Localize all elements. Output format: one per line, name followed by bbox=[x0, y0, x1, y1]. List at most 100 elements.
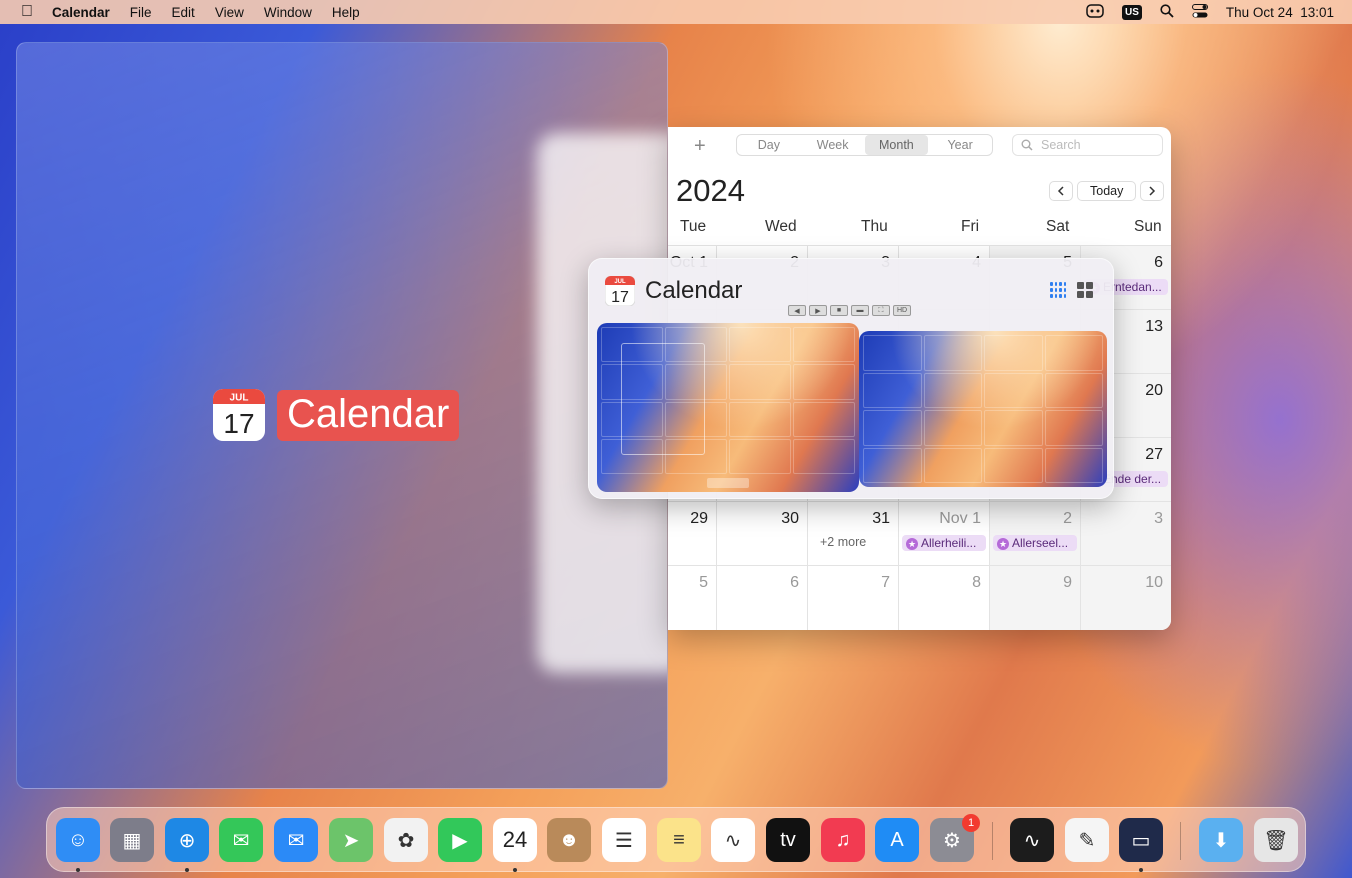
freeform-icon[interactable]: ∿ bbox=[711, 818, 755, 862]
keyboard-layout-badge[interactable]: US bbox=[1122, 4, 1142, 20]
calendar-day-cell[interactable]: 5 bbox=[668, 566, 716, 630]
tab-week[interactable]: Week bbox=[801, 135, 865, 155]
reminders-icon[interactable]: ☰ bbox=[602, 818, 646, 862]
calendar-day-cell[interactable]: 10 bbox=[1080, 566, 1171, 630]
spotlight-search-icon[interactable] bbox=[1160, 3, 1174, 21]
event-title: Allerheili... bbox=[921, 536, 977, 550]
dock-item-glyph: ∿ bbox=[724, 829, 742, 852]
weekday-header: Tue Wed Thu Fri Sat Sun bbox=[668, 218, 1171, 246]
menu-view[interactable]: View bbox=[215, 5, 244, 20]
next-month-button[interactable] bbox=[1140, 181, 1165, 201]
control-stop[interactable]: ■ bbox=[830, 305, 848, 316]
view-segmented-control: Day Week Month Year bbox=[736, 134, 993, 156]
tab-month[interactable]: Month bbox=[864, 135, 929, 155]
safari-icon[interactable]: ⊕ bbox=[165, 818, 209, 862]
search-placeholder: Search bbox=[1041, 138, 1081, 152]
calendar-day-cell[interactable]: 31 +2 more bbox=[807, 502, 898, 566]
dock-item-glyph: ⚙ bbox=[943, 829, 961, 852]
dock-separator bbox=[992, 822, 993, 860]
thumbnail-selection-frame bbox=[621, 343, 705, 455]
control-previous[interactable]: ◀ bbox=[788, 305, 806, 316]
dock-item-glyph: ▦ bbox=[122, 829, 142, 852]
small-grid-layout-icon[interactable] bbox=[1050, 282, 1066, 298]
calendar-icon[interactable]: 24 bbox=[493, 818, 537, 862]
calendar-day-cell[interactable]: 9 bbox=[989, 566, 1080, 630]
downloads-folder-icon[interactable]: ⬇ bbox=[1199, 818, 1243, 862]
textedit-icon[interactable]: ✎ bbox=[1065, 818, 1109, 862]
menu-help[interactable]: Help bbox=[332, 5, 360, 20]
contacts-icon[interactable]: ☻ bbox=[547, 818, 591, 862]
calendar-day-cell[interactable]: 30 bbox=[716, 502, 807, 566]
tab-day[interactable]: Day bbox=[737, 135, 801, 155]
apple-menu-icon[interactable]:  bbox=[18, 3, 36, 21]
accessibility-icon[interactable] bbox=[1086, 3, 1104, 22]
notes-icon[interactable]: ≡ bbox=[657, 818, 701, 862]
day-number: 2 bbox=[1063, 510, 1072, 527]
tv-icon[interactable]: tv bbox=[766, 818, 810, 862]
dock-item-glyph: ∿ bbox=[1023, 829, 1041, 852]
ghost-window-preview: JUL 17 Calendar bbox=[16, 42, 668, 789]
trash-icon[interactable]: 🗑 bbox=[1254, 818, 1298, 862]
previous-month-button[interactable] bbox=[1049, 181, 1073, 201]
calendar-day-cell[interactable]: Nov 1 ★ Allerheili... bbox=[898, 502, 989, 566]
facetime-icon[interactable]: ▶ bbox=[438, 818, 482, 862]
appstore-icon[interactable]: A bbox=[875, 818, 919, 862]
dock-item-glyph: 24 bbox=[502, 827, 528, 852]
dock-item-glyph: ≡ bbox=[673, 828, 685, 851]
weekday-label: Wed bbox=[765, 218, 797, 235]
control-hd[interactable]: HD bbox=[893, 305, 911, 316]
window-controls-row: ◀ ▶ ■ ▬ ⛶ HD bbox=[788, 305, 911, 316]
date-navigation: Today bbox=[1049, 181, 1165, 201]
calendar-day-cell[interactable]: 8 bbox=[898, 566, 989, 630]
tab-year[interactable]: Year bbox=[928, 135, 992, 155]
settings-icon[interactable]: ⚙ 1 bbox=[930, 814, 980, 862]
calendar-event[interactable]: ★ Allerheili... bbox=[902, 535, 986, 551]
menu-edit[interactable]: Edit bbox=[172, 5, 195, 20]
maps-icon[interactable]: ➤ bbox=[329, 818, 373, 862]
control-next[interactable]: ▶ bbox=[809, 305, 827, 316]
month-title: 2024 bbox=[676, 173, 745, 208]
menu-app-name[interactable]: Calendar bbox=[52, 5, 110, 20]
mail-icon[interactable]: ✉ bbox=[274, 818, 318, 862]
dock-item-glyph: ☻ bbox=[558, 828, 580, 851]
calendar-event[interactable]: ★ Allerseel... bbox=[993, 535, 1077, 551]
finder-icon[interactable]: ☺ bbox=[56, 818, 100, 862]
window-thumbnail-2[interactable] bbox=[859, 331, 1107, 487]
window-icon[interactable]: ▭ bbox=[1119, 818, 1163, 862]
menu-bar-clock[interactable]: Thu Oct 24 13:01 bbox=[1226, 5, 1334, 20]
search-input[interactable]: Search bbox=[1012, 134, 1163, 156]
svg-text:JUL: JUL bbox=[614, 279, 626, 285]
messages-icon[interactable]: ✉ bbox=[219, 818, 263, 862]
music-icon[interactable]: ♫ bbox=[821, 818, 865, 862]
dock-item-glyph: ♫ bbox=[835, 828, 851, 851]
calendar-day-cell[interactable]: 6 bbox=[716, 566, 807, 630]
photos-icon[interactable]: ✿ bbox=[384, 818, 428, 862]
calendar-day-cell[interactable]: 7 bbox=[807, 566, 898, 630]
add-event-button[interactable]: + bbox=[694, 135, 706, 158]
control-center-icon[interactable] bbox=[1191, 3, 1208, 21]
day-number: 6 bbox=[1154, 254, 1163, 271]
launchpad-icon[interactable]: ▦ bbox=[110, 818, 154, 862]
chevron-left-icon bbox=[1057, 186, 1064, 196]
dock-item-glyph: ☺ bbox=[67, 828, 89, 851]
control-bar[interactable]: ▬ bbox=[851, 305, 869, 316]
menu-window[interactable]: Window bbox=[264, 5, 312, 20]
calendar-day-cell[interactable]: 29 bbox=[668, 502, 716, 566]
activity-monitor-icon[interactable]: ∿ bbox=[1010, 818, 1054, 862]
day-number: Nov 1 bbox=[939, 510, 981, 527]
control-fullscreen[interactable]: ⛶ bbox=[872, 305, 890, 316]
large-grid-layout-icon[interactable] bbox=[1077, 282, 1093, 298]
calendar-day-cell[interactable]: 2 ★ Allerseel... bbox=[989, 502, 1080, 566]
window-thumbnail-1[interactable] bbox=[597, 323, 859, 492]
window-switcher-popup: JUL 17 Calendar ◀ ▶ ■ ▬ ⛶ HD bbox=[588, 258, 1114, 499]
day-number: 3 bbox=[1154, 510, 1163, 527]
weekday-label: Tue bbox=[680, 218, 707, 235]
calendar-day-cell[interactable]: 3 bbox=[1080, 502, 1171, 566]
day-number: 8 bbox=[972, 574, 981, 591]
day-number: 20 bbox=[1145, 382, 1163, 399]
weekday-label: Sat bbox=[1046, 218, 1070, 235]
more-events-link[interactable]: +2 more bbox=[820, 535, 866, 549]
calendar-app-icon: JUL 17 bbox=[605, 276, 635, 306]
menu-file[interactable]: File bbox=[130, 5, 152, 20]
today-button[interactable]: Today bbox=[1077, 181, 1137, 201]
